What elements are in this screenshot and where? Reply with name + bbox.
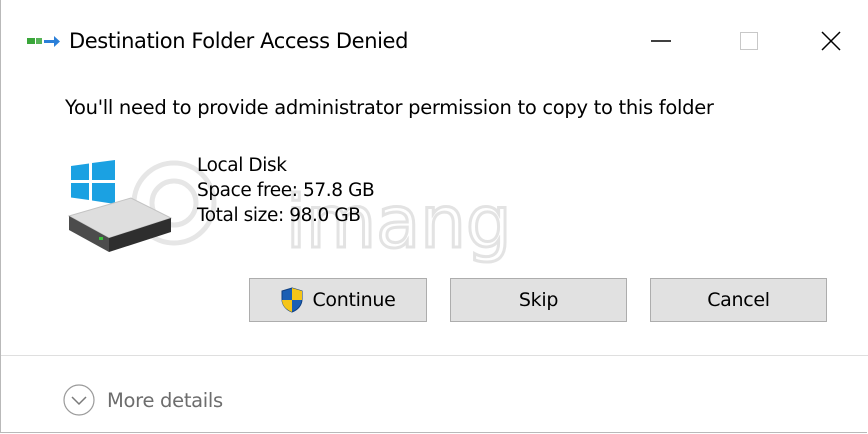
drive-total-size: Total size: 98.0 GB	[197, 205, 361, 226]
cancel-button[interactable]: Cancel	[650, 278, 827, 322]
drive-name: Local Disk	[197, 155, 287, 176]
drive-space-free: Space free: 57.8 GB	[197, 180, 375, 201]
footer-divider	[1, 355, 868, 356]
chevron-down-circle-icon	[63, 384, 95, 416]
continue-button-label: Continue	[312, 289, 396, 311]
dialog-window: Destination Folder Access Denied You'll …	[0, 0, 868, 433]
minimize-icon	[651, 40, 671, 42]
main-instruction: You'll need to provide administrator per…	[65, 96, 714, 119]
close-button[interactable]	[801, 16, 861, 66]
continue-button[interactable]: Continue	[249, 278, 427, 322]
skip-button-label: Skip	[518, 289, 559, 311]
local-disk-icon	[67, 160, 173, 252]
more-details-label: More details	[107, 388, 223, 412]
window-title: Destination Folder Access Denied	[69, 29, 409, 53]
close-icon	[821, 31, 841, 51]
uac-shield-icon	[281, 287, 303, 313]
drive-info: Local Disk Space free: 57.8 GB Total siz…	[197, 153, 375, 228]
maximize-button[interactable]	[719, 16, 779, 66]
skip-button[interactable]: Skip	[450, 278, 627, 322]
copy-progress-icon	[27, 36, 60, 47]
maximize-icon	[740, 32, 758, 50]
cancel-button-label: Cancel	[707, 289, 770, 311]
title-bar[interactable]: Destination Folder Access Denied	[1, 0, 868, 78]
more-details-toggle[interactable]: More details	[63, 384, 223, 416]
minimize-button[interactable]	[631, 16, 691, 66]
